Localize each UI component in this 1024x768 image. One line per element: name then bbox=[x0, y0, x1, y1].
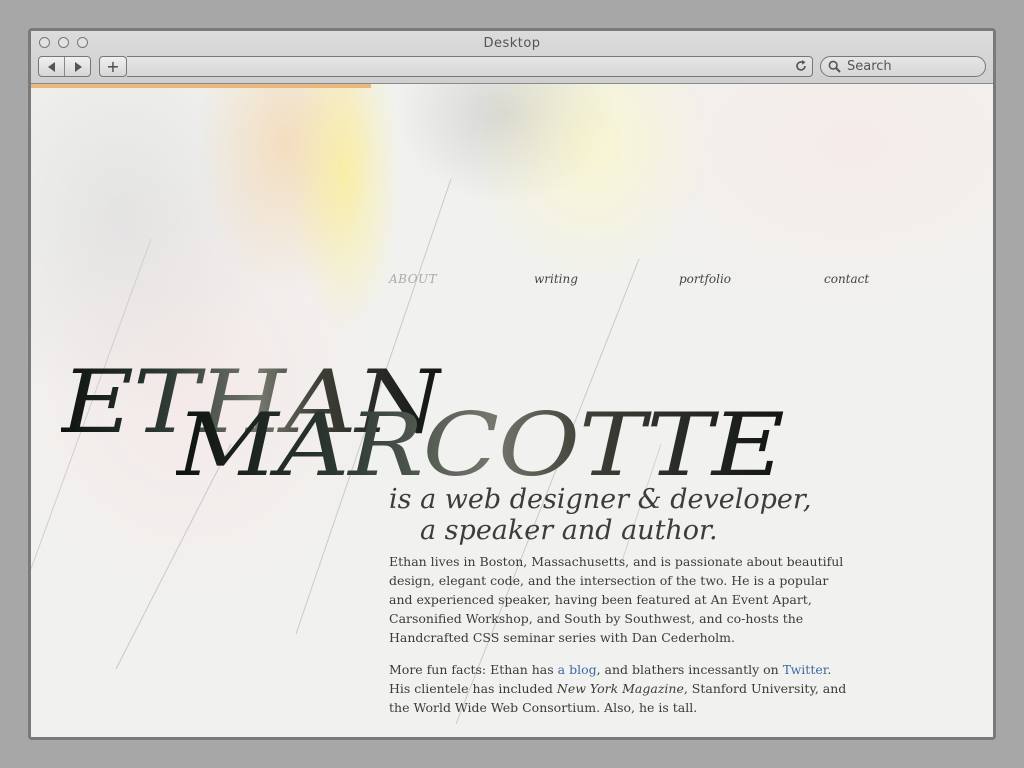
bio-paragraph-1: Ethan lives in Boston, Massachusetts, an… bbox=[389, 554, 844, 645]
page-viewport: ABOUT writing portfolio contact ETHAN MA… bbox=[31, 84, 993, 737]
address-bar[interactable] bbox=[127, 56, 813, 77]
bio-text-segment: More fun facts: Ethan has bbox=[389, 662, 558, 677]
browser-window: Desktop + Search ABOUT writing portfolio… bbox=[28, 28, 996, 740]
window-title: Desktop bbox=[483, 36, 541, 51]
tagline: is a web designer & developer, a speaker… bbox=[389, 484, 811, 546]
nav-about[interactable]: ABOUT bbox=[389, 272, 437, 286]
bio-text-segment: , and blathers incessantly on bbox=[596, 662, 783, 677]
ampersand: & bbox=[637, 484, 662, 515]
blog-link[interactable]: a blog bbox=[558, 662, 597, 677]
back-button[interactable] bbox=[39, 57, 65, 76]
forward-arrow-icon bbox=[75, 61, 82, 72]
search-placeholder: Search bbox=[847, 59, 892, 74]
reload-icon[interactable] bbox=[794, 59, 808, 73]
magnifier-icon bbox=[828, 60, 841, 73]
nav-writing[interactable]: writing bbox=[534, 272, 578, 286]
bio-paragraph-2: More fun facts: Ethan has a blog, and bl… bbox=[389, 660, 851, 717]
name-last-line: MARCOTTE bbox=[176, 394, 785, 496]
nav-contact[interactable]: contact bbox=[824, 272, 869, 286]
bio-text: Ethan lives in Boston, Massachusetts, an… bbox=[389, 552, 851, 730]
client-name-emphasis: New York Magazine bbox=[556, 681, 684, 696]
back-arrow-icon bbox=[48, 61, 55, 72]
title-bar: Desktop + Search bbox=[31, 31, 993, 84]
nav-portfolio[interactable]: portfolio bbox=[679, 272, 731, 286]
tagline-line-2: a speaker and author. bbox=[420, 515, 718, 546]
twitter-link[interactable]: Twitter bbox=[783, 662, 828, 677]
search-input[interactable]: Search bbox=[820, 56, 986, 77]
tagline-line-1-end: developer, bbox=[670, 484, 812, 515]
new-tab-button[interactable]: + bbox=[99, 56, 127, 77]
tagline-line-1: is a web designer bbox=[389, 484, 630, 515]
history-navigation bbox=[38, 56, 91, 77]
forward-button[interactable] bbox=[65, 57, 91, 76]
